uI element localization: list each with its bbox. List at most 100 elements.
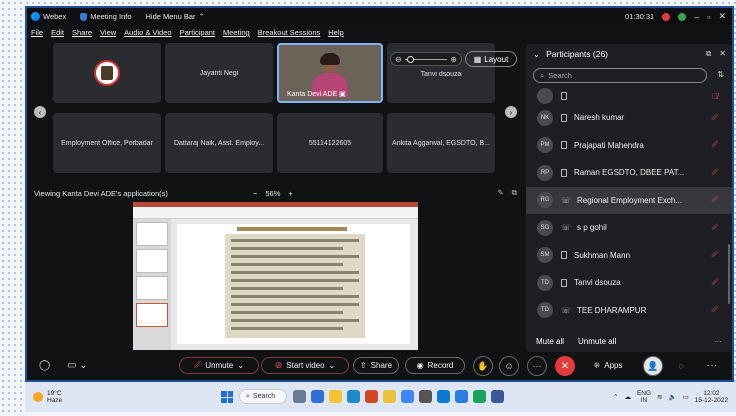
participant-row[interactable]: SG ☏ s p gohil ␥: [526, 214, 732, 242]
close-icon[interactable]: ✕: [718, 11, 726, 22]
mic-muted-icon[interactable]: ␥: [712, 113, 718, 123]
chevron-up-icon[interactable]: ⌃: [613, 393, 618, 401]
effects-button[interactable]: ☺: [499, 356, 519, 376]
mic-muted-icon[interactable]: 🎙̸: [712, 92, 718, 101]
dell-icon[interactable]: [419, 390, 432, 403]
meeting-controls: ◯ ▭ ⌄ ␥ Unmute ⌄ ⊘ Start video ⌄ ⇧ Share…: [27, 352, 736, 380]
participant-row[interactable]: TD ☏ TEE DHARAMPUR ␥: [526, 297, 732, 325]
video-tile-phone[interactable]: 55114122605: [277, 113, 383, 173]
hide-menu-bar-button[interactable]: Hide Menu Bar ⌃: [146, 12, 205, 21]
popout-icon[interactable]: ⧉: [512, 188, 517, 198]
video-tile-employment-office[interactable]: Employment Office, Porbadar: [53, 113, 161, 173]
mic-muted-icon[interactable]: ␥: [712, 140, 718, 150]
more-button[interactable]: ···: [527, 356, 547, 376]
captions-icon[interactable]: ▭ ⌄: [67, 360, 88, 371]
participants-footer: Mute all Unmute all ···: [536, 337, 722, 346]
menu-help[interactable]: Help: [328, 28, 343, 37]
prev-page-arrow[interactable]: ‹: [34, 106, 46, 118]
menu-share[interactable]: Share: [72, 28, 92, 37]
zoom-out-icon[interactable]: ⊖: [395, 55, 402, 64]
connection-status-icon[interactable]: [678, 12, 687, 21]
zoom-in-icon[interactable]: ⊕: [450, 55, 457, 64]
start-video-button[interactable]: ⊘ Start video ⌄: [261, 357, 349, 374]
outlook-icon[interactable]: [455, 390, 468, 403]
clock[interactable]: 12:02 15-12-2022: [695, 390, 728, 405]
popout-panel-icon[interactable]: ⧉: [706, 49, 712, 59]
onedrive-icon[interactable]: ☁: [624, 393, 631, 401]
zoom-plus-button[interactable]: +: [288, 189, 292, 198]
zoom-app-icon[interactable]: [311, 390, 324, 403]
menu-edit[interactable]: Edit: [51, 28, 64, 37]
participants-toggle-button[interactable]: 👤: [643, 356, 663, 376]
share-button[interactable]: ⇧ Share: [353, 357, 399, 374]
folder-icon[interactable]: [383, 390, 396, 403]
menu-view[interactable]: View: [100, 28, 116, 37]
language-indicator[interactable]: ENG IN: [637, 390, 651, 404]
menu-breakout-sessions[interactable]: Breakout Sessions: [258, 28, 321, 37]
video-tile-jayanti-negi[interactable]: Jayanti Negi: [165, 43, 273, 103]
mute-all-button[interactable]: Mute all: [536, 337, 564, 346]
reactions-icon[interactable]: ◯: [39, 360, 50, 371]
chat-button[interactable]: ◌: [671, 356, 691, 376]
video-tile-ankita-aggarwal[interactable]: Ankita Aggarwal, EGSDTO, B...: [387, 113, 495, 173]
video-tile-logo[interactable]: [53, 43, 161, 103]
weather-widget[interactable]: 19°C Haze: [33, 390, 62, 404]
collapse-chevron-icon[interactable]: ⌄: [533, 49, 540, 60]
minimize-icon[interactable]: –: [694, 12, 699, 22]
excel-icon[interactable]: [473, 390, 486, 403]
menu-participant[interactable]: Participant: [180, 28, 215, 37]
mic-muted-icon[interactable]: ␥: [712, 223, 718, 233]
annotate-icon[interactable]: ✎: [497, 188, 503, 198]
sort-icon[interactable]: ⇅: [717, 70, 724, 79]
participant-row[interactable]: NK Naresh kumar ␥: [526, 104, 732, 132]
taskbar-search[interactable]: ⌕ Search: [239, 389, 287, 404]
participant-row[interactable]: TD Tanvi dsouza ␥: [526, 269, 732, 297]
participant-row[interactable]: SM Sukhman Mann ␥: [526, 242, 732, 270]
video-tile-kanta-devi[interactable]: Kanta Devi ADE ▣: [277, 43, 383, 103]
restore-icon[interactable]: ▫: [707, 12, 710, 22]
start-button-icon[interactable]: [221, 391, 233, 403]
menu-file[interactable]: File: [31, 28, 43, 37]
mic-muted-icon[interactable]: ␥: [712, 305, 718, 315]
mic-muted-icon[interactable]: ␥: [712, 195, 718, 205]
shared-screen[interactable]: [133, 202, 418, 350]
apps-button[interactable]: ⁜ Apps: [585, 357, 631, 374]
file-explorer-icon[interactable]: [329, 390, 342, 403]
participant-list-scrollbar[interactable]: [728, 244, 730, 304]
app-icon[interactable]: [491, 390, 504, 403]
unmute-all-button[interactable]: Unmute all: [578, 337, 616, 346]
battery-icon[interactable]: ▭: [683, 393, 689, 401]
zoom-minus-button[interactable]: −: [253, 189, 257, 198]
video-zoom-slider[interactable]: ⊖ ⊕: [390, 52, 462, 66]
layout-button[interactable]: ▦ Layout: [465, 51, 517, 67]
mic-muted-icon[interactable]: ␥: [712, 250, 718, 260]
more-panels-icon[interactable]: ···: [707, 360, 717, 371]
participant-search-input[interactable]: ⌕ Search: [533, 68, 707, 83]
mic-muted-icon[interactable]: ␥: [712, 168, 718, 178]
webex-taskbar-icon[interactable]: [437, 390, 450, 403]
close-panel-icon[interactable]: ✕: [719, 49, 726, 59]
menu-meeting[interactable]: Meeting: [223, 28, 250, 37]
participant-row[interactable]: PM Prajapati Mahendra ␥: [526, 132, 732, 160]
powerpoint-icon[interactable]: [365, 390, 378, 403]
task-view-icon[interactable]: [293, 390, 306, 403]
end-call-button[interactable]: ✕: [555, 356, 575, 376]
mic-muted-icon[interactable]: ␥: [712, 278, 718, 288]
participant-row[interactable]: 🎙̸: [526, 88, 732, 104]
record-button[interactable]: ◉ Record: [405, 357, 465, 374]
menu-audio-video[interactable]: Audio & Video: [124, 28, 171, 37]
participant-row[interactable]: RP Raman EGSDTO, DBEE PAT... ␥: [526, 159, 732, 187]
wifi-icon[interactable]: ≋: [657, 393, 662, 401]
raise-hand-button[interactable]: ✋: [473, 356, 493, 376]
meeting-info-button[interactable]: Meeting Info: [80, 12, 132, 21]
edge-browser-icon[interactable]: [347, 390, 360, 403]
chrome-icon[interactable]: [401, 390, 414, 403]
next-page-arrow[interactable]: ›: [505, 106, 517, 118]
participant-row-highlighted[interactable]: RG ☏ Regional Employment Exch... ␥: [526, 186, 732, 214]
volume-icon[interactable]: 🔈: [669, 393, 677, 401]
more-options-icon[interactable]: ···: [714, 337, 722, 346]
video-tile-dattaraj-naik[interactable]: Dattaraj Naik, Asst. Employ...: [165, 113, 273, 173]
recording-indicator-icon[interactable]: [662, 12, 671, 21]
participant-list: 🎙̸ NK Naresh kumar ␥ PM Prajapati Mahend…: [526, 88, 732, 324]
unmute-button[interactable]: ␥ Unmute ⌄: [179, 357, 259, 374]
